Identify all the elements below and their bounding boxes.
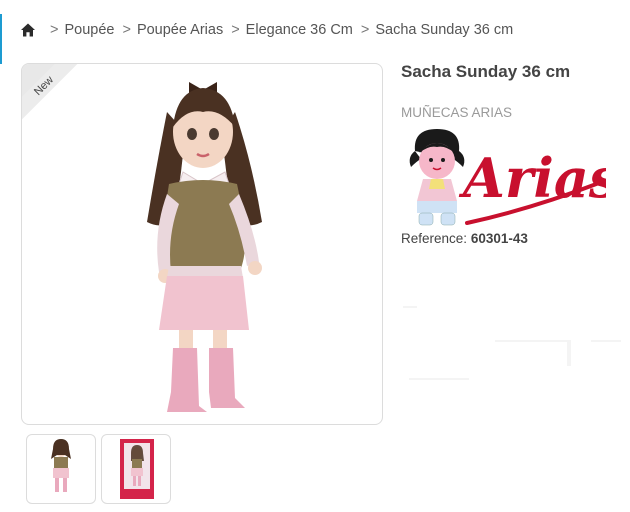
product-title: Sacha Sunday 36 cm bbox=[401, 62, 571, 81]
faded-content-area bbox=[403, 300, 628, 410]
breadcrumb: > Poupée > Poupée Arias > Elegance 36 Cm… bbox=[20, 20, 513, 40]
left-accent-bar bbox=[0, 14, 2, 64]
product-thumbnail-box[interactable] bbox=[101, 434, 171, 504]
breadcrumb-separator: > bbox=[50, 22, 59, 38]
new-badge: New bbox=[22, 64, 94, 136]
brand-logo-text: Arias bbox=[458, 146, 606, 210]
home-icon[interactable] bbox=[20, 22, 36, 38]
breadcrumb-item-poupee[interactable]: Poupée bbox=[64, 22, 114, 38]
doll-box-image bbox=[120, 439, 154, 499]
arias-logo-graphic: Arias bbox=[409, 129, 619, 226]
product-thumbnail[interactable] bbox=[26, 434, 96, 504]
brand-logo[interactable]: Arias bbox=[401, 127, 619, 232]
reference-value: 60301-43 bbox=[470, 231, 528, 246]
reference-label: Reference: bbox=[401, 231, 468, 246]
breadcrumb-item-current: Sacha Sunday 36 cm bbox=[375, 22, 514, 38]
breadcrumb-separator: > bbox=[122, 22, 131, 38]
product-main-image[interactable]: New bbox=[21, 63, 383, 425]
doll-thumbnail-image bbox=[51, 439, 71, 492]
breadcrumb-separator: > bbox=[360, 22, 370, 38]
breadcrumb-item-elegance[interactable]: Elegance 36 Cm bbox=[246, 22, 353, 38]
doll-image bbox=[147, 82, 262, 412]
reference: Reference: 60301-43 bbox=[401, 231, 528, 246]
breadcrumb-separator: > bbox=[231, 22, 240, 38]
breadcrumb-item-poupee-arias[interactable]: Poupée Arias bbox=[137, 22, 223, 38]
brand-name[interactable]: MUÑECAS ARIAS bbox=[401, 105, 512, 120]
